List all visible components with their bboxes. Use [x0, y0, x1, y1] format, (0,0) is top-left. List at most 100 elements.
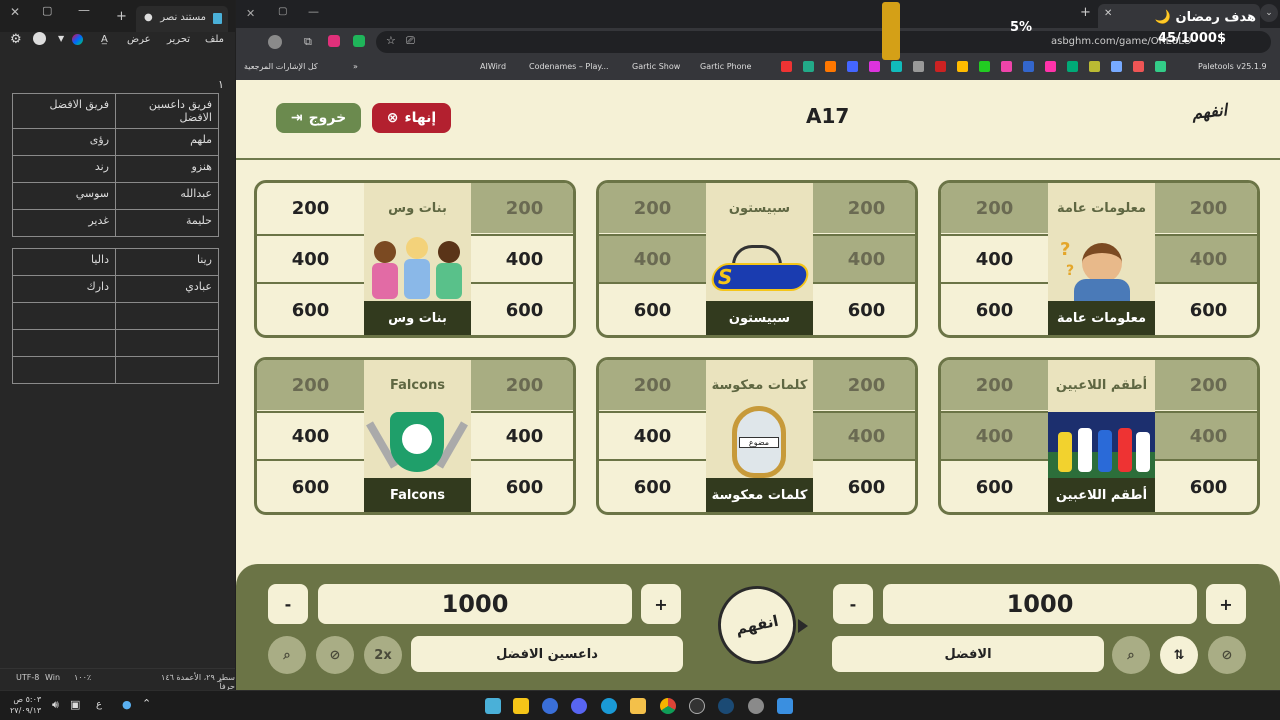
points-button-400[interactable]: 400 — [941, 234, 1048, 284]
tray-arrow-icon[interactable]: ⌃ — [142, 697, 151, 710]
points-button-200[interactable]: 200 — [941, 183, 1048, 233]
bookmark-favicon-icon[interactable] — [847, 61, 858, 72]
table-cell[interactable]: فريق الافضل — [12, 93, 116, 129]
table-cell[interactable]: عبادي — [115, 275, 219, 303]
bookmark-favicon-icon[interactable] — [1111, 61, 1122, 72]
bookmark-favicon-icon[interactable] — [1067, 61, 1078, 72]
all-bookmarks[interactable]: كل الإشارات المرجعية — [244, 62, 318, 71]
discord-taskbar-icon[interactable] — [571, 698, 587, 714]
adblock-icon[interactable] — [353, 35, 365, 47]
steam-taskbar-icon[interactable] — [718, 698, 734, 714]
bookmark-gartic-phone[interactable]: Gartic Phone — [700, 62, 751, 71]
bookmark-favicon-icon[interactable] — [1023, 61, 1034, 72]
mic-icon[interactable]: ● — [122, 698, 132, 711]
table-cell[interactable] — [115, 302, 219, 330]
points-button-400[interactable]: 400 — [599, 234, 706, 284]
bookmark-favicon-icon[interactable] — [1155, 61, 1166, 72]
bookmark-favicon-icon[interactable] — [825, 61, 836, 72]
table-cell[interactable]: رينا — [115, 248, 219, 276]
extensions-icon[interactable]: ⧉ — [304, 35, 312, 49]
maximize-icon[interactable]: ▢ — [278, 6, 287, 17]
bookmark-favicon-icon[interactable] — [1089, 61, 1100, 72]
points-button-200[interactable]: 200 — [471, 183, 573, 233]
table-cell[interactable]: داليا — [12, 248, 116, 276]
table-cell[interactable]: فريق داعسين الافضل — [115, 93, 219, 129]
points-button-400[interactable]: 400 — [1155, 234, 1257, 284]
obs-taskbar-icon[interactable] — [689, 698, 705, 714]
points-button-200[interactable]: 200 — [941, 360, 1048, 410]
table-cell[interactable]: رؤى — [12, 128, 116, 156]
points-button-400[interactable]: 400 — [1155, 411, 1257, 461]
bookmark-favicon-icon[interactable] — [869, 61, 880, 72]
dropdown-icon[interactable]: ▼ — [58, 34, 64, 43]
right-minus-button[interactable]: - — [833, 584, 873, 624]
table-cell[interactable] — [115, 356, 219, 384]
new-tab-button[interactable]: + — [116, 9, 127, 24]
new-tab-button[interactable]: + — [1080, 5, 1091, 20]
rockstar-taskbar-icon[interactable] — [513, 698, 529, 714]
points-button-400[interactable]: 400 — [257, 411, 364, 461]
points-button-200[interactable]: 200 — [1155, 360, 1257, 410]
table-cell[interactable]: دارك — [12, 275, 116, 303]
points-button-200[interactable]: 200 — [257, 183, 364, 233]
copilot-icon[interactable] — [72, 34, 83, 45]
bookmark-favicon-icon[interactable] — [891, 61, 902, 72]
points-button-200[interactable]: 200 — [1155, 183, 1257, 233]
table-cell[interactable] — [12, 356, 116, 384]
double-points-button[interactable]: 2x — [364, 636, 402, 674]
bookmark-favicon-icon[interactable] — [781, 61, 792, 72]
menu-view[interactable]: عرض — [127, 34, 151, 45]
table-cell[interactable] — [12, 329, 116, 357]
points-button-200[interactable]: 200 — [813, 183, 915, 233]
right-block-icon[interactable]: ⊘ — [1208, 636, 1246, 674]
left-minus-button[interactable]: - — [268, 584, 308, 624]
points-button-200[interactable]: 200 — [599, 183, 706, 233]
extension-icon[interactable] — [328, 35, 340, 47]
bookmark-favicon-icon[interactable] — [803, 61, 814, 72]
bookmark-favicon-icon[interactable] — [979, 61, 990, 72]
bookmark-favicon-icon[interactable] — [1001, 61, 1012, 72]
bookmark-favicon-icon[interactable] — [1133, 61, 1144, 72]
points-button-600[interactable]: 600 — [813, 285, 915, 335]
close-tab-icon[interactable]: ✕ — [1104, 8, 1112, 19]
file-explorer-taskbar-icon[interactable] — [630, 698, 646, 714]
points-button-200[interactable]: 200 — [471, 360, 573, 410]
bookmark-favicon-icon[interactable] — [1045, 61, 1056, 72]
chrome-taskbar-icon[interactable] — [660, 698, 676, 714]
close-window-icon[interactable]: ✕ — [246, 7, 255, 20]
points-button-600[interactable]: 600 — [599, 285, 706, 335]
points-button-600[interactable]: 600 — [1155, 462, 1257, 512]
close-window-icon[interactable]: ✕ — [10, 5, 20, 19]
format-icon[interactable]: A̲ — [101, 34, 108, 45]
right-search-icon[interactable]: ⌕ — [1112, 636, 1150, 674]
points-button-400[interactable]: 400 — [257, 234, 364, 284]
left-plus-button[interactable]: + — [641, 584, 681, 624]
points-button-600[interactable]: 600 — [471, 285, 573, 335]
wifi-icon[interactable]: ▣ — [70, 698, 80, 711]
end-game-button[interactable]: ⊗ إنهاء — [372, 103, 451, 133]
table-cell[interactable]: سوسي — [12, 182, 116, 210]
menu-file[interactable]: ملف — [205, 34, 224, 45]
points-button-600[interactable]: 600 — [599, 462, 706, 512]
tab-notepad-document[interactable]: مستند نصر ● — [136, 6, 228, 32]
swap-icon[interactable]: ⇅ — [1160, 636, 1198, 674]
right-plus-button[interactable]: + — [1206, 584, 1246, 624]
settings-icon[interactable]: ⚙ — [10, 32, 22, 47]
points-button-200[interactable]: 200 — [599, 360, 706, 410]
bookmark-gartic-show[interactable]: Gartic Show — [632, 62, 680, 71]
account-icon[interactable] — [33, 32, 46, 45]
table-cell[interactable]: غدير — [12, 209, 116, 237]
exit-button[interactable]: ⇥ خروج — [276, 103, 361, 133]
volume-icon[interactable]: 🔊︎ — [52, 698, 59, 712]
points-button-600[interactable]: 600 — [941, 462, 1048, 512]
notepad-taskbar-icon[interactable] — [485, 698, 501, 714]
menu-edit[interactable]: تحرير — [167, 34, 190, 45]
table-cell[interactable]: ملهم — [115, 128, 219, 156]
settings-taskbar-icon[interactable] — [748, 698, 764, 714]
maximize-icon[interactable]: ▢ — [42, 4, 52, 17]
edge-dev-taskbar-icon[interactable] — [542, 698, 558, 714]
edge-taskbar-icon[interactable] — [601, 698, 617, 714]
points-button-400[interactable]: 400 — [941, 411, 1048, 461]
bookmark-favicon-icon[interactable] — [957, 61, 968, 72]
minimize-icon[interactable]: — — [308, 5, 319, 18]
